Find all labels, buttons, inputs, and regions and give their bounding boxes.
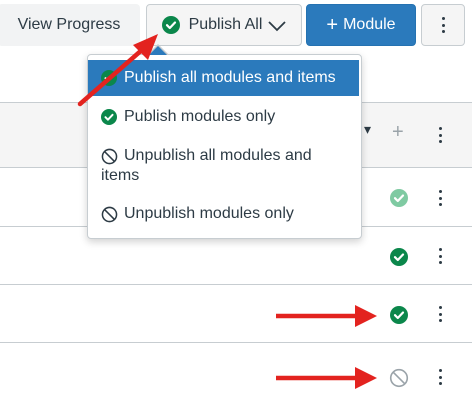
annotation-arrow-row-4 xyxy=(276,367,377,389)
annotation-arrow-row-3 xyxy=(276,305,377,327)
annotation-arrows xyxy=(77,34,377,389)
annotation-arrow-diagonal xyxy=(77,34,158,107)
